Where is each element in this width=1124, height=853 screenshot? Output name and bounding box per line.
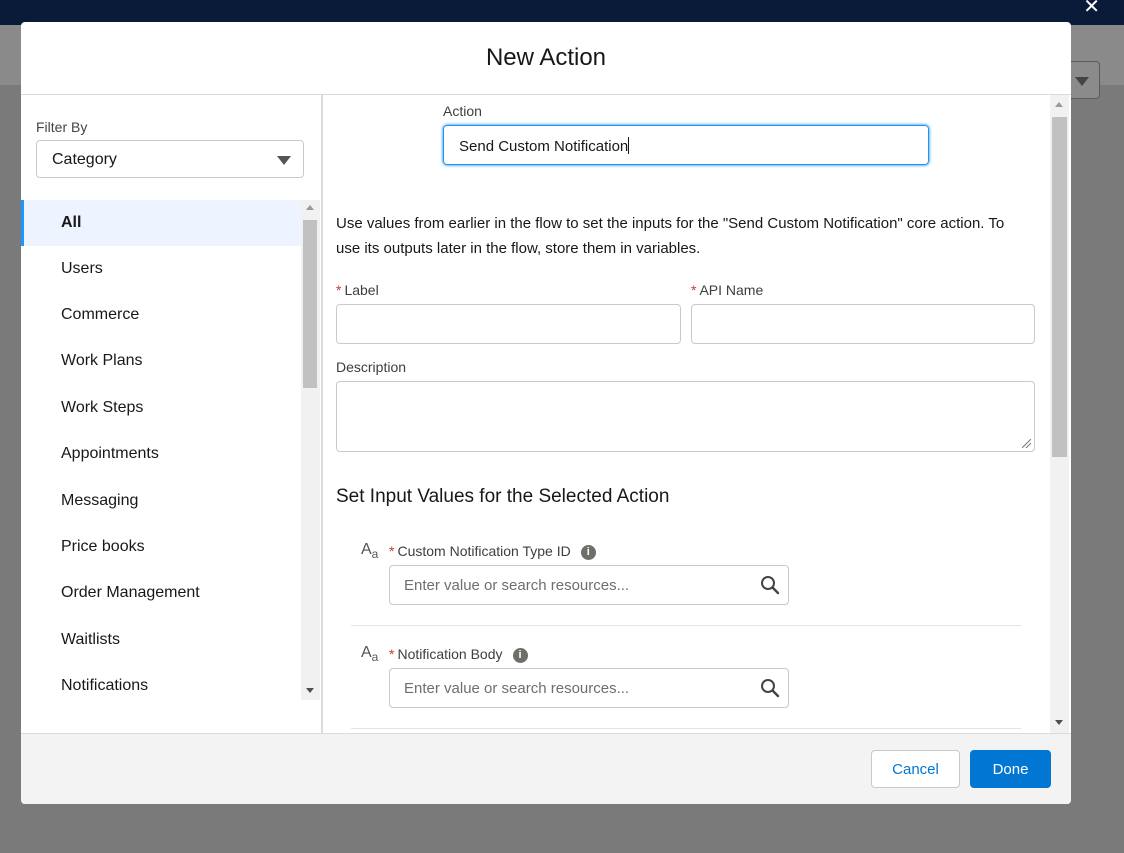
label-input[interactable] — [336, 304, 681, 344]
param-divider — [351, 625, 1021, 626]
scroll-down-icon[interactable] — [1055, 720, 1063, 725]
param-label-text: Custom Notification Type ID — [397, 543, 571, 559]
category-list: All Users Commerce Work Plans Work Steps… — [21, 200, 301, 700]
category-label: All — [61, 214, 82, 231]
filter-by-select[interactable]: Category — [36, 140, 304, 178]
description-field-label: Description — [336, 359, 407, 375]
filter-by-label: Filter By — [36, 119, 88, 135]
filter-select-value: Category — [52, 151, 117, 168]
action-search-input[interactable]: Send Custom Notification — [443, 125, 929, 165]
category-label: Notifications — [61, 677, 149, 694]
new-action-modal: New Action Filter By Category All Users … — [21, 22, 1071, 804]
category-item-messaging[interactable]: Messaging — [21, 478, 301, 524]
instructions-text: Use values from earlier in the flow to s… — [336, 215, 1005, 257]
param-label: * Notification Body i — [389, 646, 528, 663]
category-label: Order Management — [61, 584, 200, 601]
category-item-work-plans[interactable]: Work Plans — [21, 338, 301, 384]
required-marker: * — [336, 282, 342, 298]
scrollbar-thumb[interactable] — [1052, 117, 1067, 457]
category-item-commerce[interactable]: Commerce — [21, 292, 301, 338]
chevron-down-icon — [277, 156, 291, 165]
required-marker: * — [389, 543, 395, 559]
category-item-appointments[interactable]: Appointments — [21, 431, 301, 477]
text-type-icon: Aa — [361, 541, 379, 562]
category-label: Messaging — [61, 492, 139, 509]
api-name-field-text: API Name — [699, 282, 764, 298]
category-item-price-books[interactable]: Price books — [21, 524, 301, 570]
category-label: Price books — [61, 538, 145, 555]
param-divider — [351, 728, 1021, 729]
modal-header: New Action — [21, 22, 1071, 95]
category-label: Waitlists — [61, 631, 120, 648]
category-item-all[interactable]: All — [21, 200, 301, 246]
config-scrollbar[interactable] — [1050, 95, 1069, 733]
required-marker: * — [389, 646, 395, 662]
label-field-text: Label — [344, 282, 379, 298]
scrollbar-thumb[interactable] — [303, 220, 317, 388]
action-input-value: Send Custom Notification — [459, 137, 630, 155]
info-icon[interactable]: i — [512, 648, 528, 663]
cancel-button[interactable]: Cancel — [871, 750, 960, 788]
api-name-input[interactable] — [691, 304, 1035, 344]
category-item-notifications[interactable]: Notifications — [21, 663, 301, 709]
action-field-label: Action — [443, 103, 482, 119]
category-scrollbar[interactable] — [301, 200, 320, 700]
category-label: Commerce — [61, 306, 140, 323]
scroll-up-icon[interactable] — [1055, 102, 1063, 107]
custom-notification-type-id-input[interactable]: Enter value or search resources... — [389, 565, 789, 605]
category-label: Work Steps — [61, 399, 144, 416]
input-values-section-title: Set Input Values for the Selected Action — [336, 486, 670, 507]
description-textarea[interactable] — [336, 381, 1035, 452]
category-item-work-steps[interactable]: Work Steps — [21, 385, 301, 431]
action-config-panel: Action Send Custom Notification Use valu… — [323, 95, 1071, 733]
required-marker: * — [691, 282, 697, 298]
text-type-icon: Aa — [361, 644, 379, 665]
param-label: * Custom Notification Type ID i — [389, 543, 596, 560]
modal-title: New Action — [485, 44, 607, 71]
action-value-text: Send Custom Notification — [459, 138, 629, 155]
resize-handle-icon[interactable] — [1022, 439, 1031, 448]
category-label: Work Plans — [61, 352, 143, 369]
category-item-order-management[interactable]: Order Management — [21, 570, 301, 616]
category-item-users[interactable]: Users — [21, 246, 301, 292]
filter-panel: Filter By Category All Users Commerce Wo… — [21, 95, 323, 733]
category-item-waitlists[interactable]: Waitlists — [21, 617, 301, 663]
notification-body-input[interactable]: Enter value or search resources... — [389, 668, 789, 708]
info-icon[interactable]: i — [580, 545, 596, 560]
input-placeholder: Enter value or search resources... — [404, 577, 630, 594]
param-label-text: Notification Body — [397, 646, 503, 662]
scroll-down-icon[interactable] — [306, 688, 314, 693]
done-button[interactable]: Done — [970, 750, 1051, 788]
label-field-label: * Label — [336, 282, 379, 298]
category-label: Users — [61, 260, 103, 277]
search-icon — [761, 679, 780, 698]
scroll-up-icon[interactable] — [306, 205, 314, 210]
api-name-field-label: * API Name — [691, 282, 763, 298]
input-placeholder: Enter value or search resources... — [404, 680, 630, 697]
text-cursor — [628, 137, 630, 154]
close-icon[interactable]: ✕ — [1083, 0, 1100, 19]
search-icon — [761, 576, 780, 595]
category-label: Appointments — [61, 445, 159, 462]
modal-footer: Cancel Done — [21, 733, 1071, 804]
